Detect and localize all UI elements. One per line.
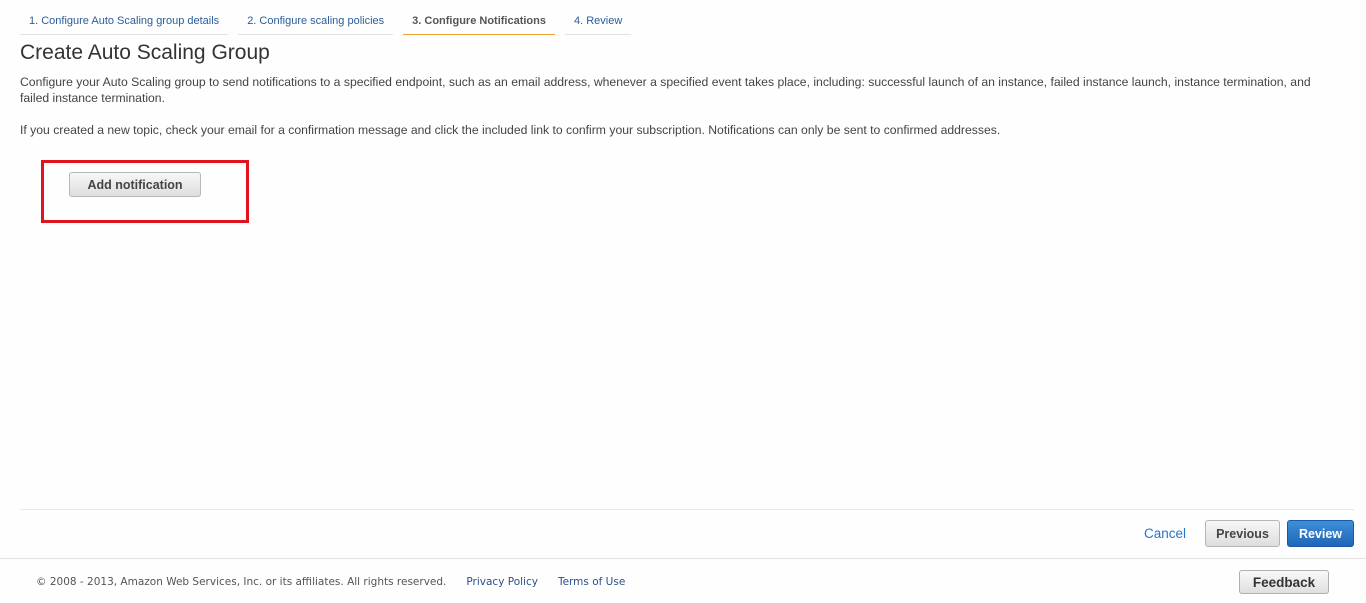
privacy-policy-link[interactable]: Privacy Policy: [466, 576, 538, 588]
wizard-steps: 1. Configure Auto Scaling group details …: [20, 12, 632, 35]
review-button[interactable]: Review: [1287, 520, 1354, 547]
page-title: Create Auto Scaling Group: [20, 41, 270, 64]
terms-of-use-link[interactable]: Terms of Use: [558, 576, 625, 588]
step-configure-notifications[interactable]: 3. Configure Notifications: [403, 12, 555, 35]
step-review[interactable]: 4. Review: [565, 12, 632, 35]
feedback-button[interactable]: Feedback: [1239, 570, 1329, 594]
cancel-link[interactable]: Cancel: [1144, 526, 1186, 541]
confirmation-note: If you created a new topic, check your e…: [20, 123, 1001, 137]
page-description: Configure your Auto Scaling group to sen…: [20, 75, 1311, 105]
add-notification-button[interactable]: Add notification: [69, 172, 201, 197]
footer-divider: [0, 558, 1366, 559]
wizard-actions: Cancel Previous Review: [1144, 520, 1354, 547]
step-configure-group-details[interactable]: 1. Configure Auto Scaling group details: [20, 12, 229, 35]
actions-divider: [20, 509, 1354, 510]
footer: © 2008 - 2013, Amazon Web Services, Inc.…: [36, 576, 625, 588]
previous-button[interactable]: Previous: [1205, 520, 1280, 547]
copyright-text: © 2008 - 2013, Amazon Web Services, Inc.…: [36, 576, 447, 588]
step-configure-scaling-policies[interactable]: 2. Configure scaling policies: [238, 12, 394, 35]
